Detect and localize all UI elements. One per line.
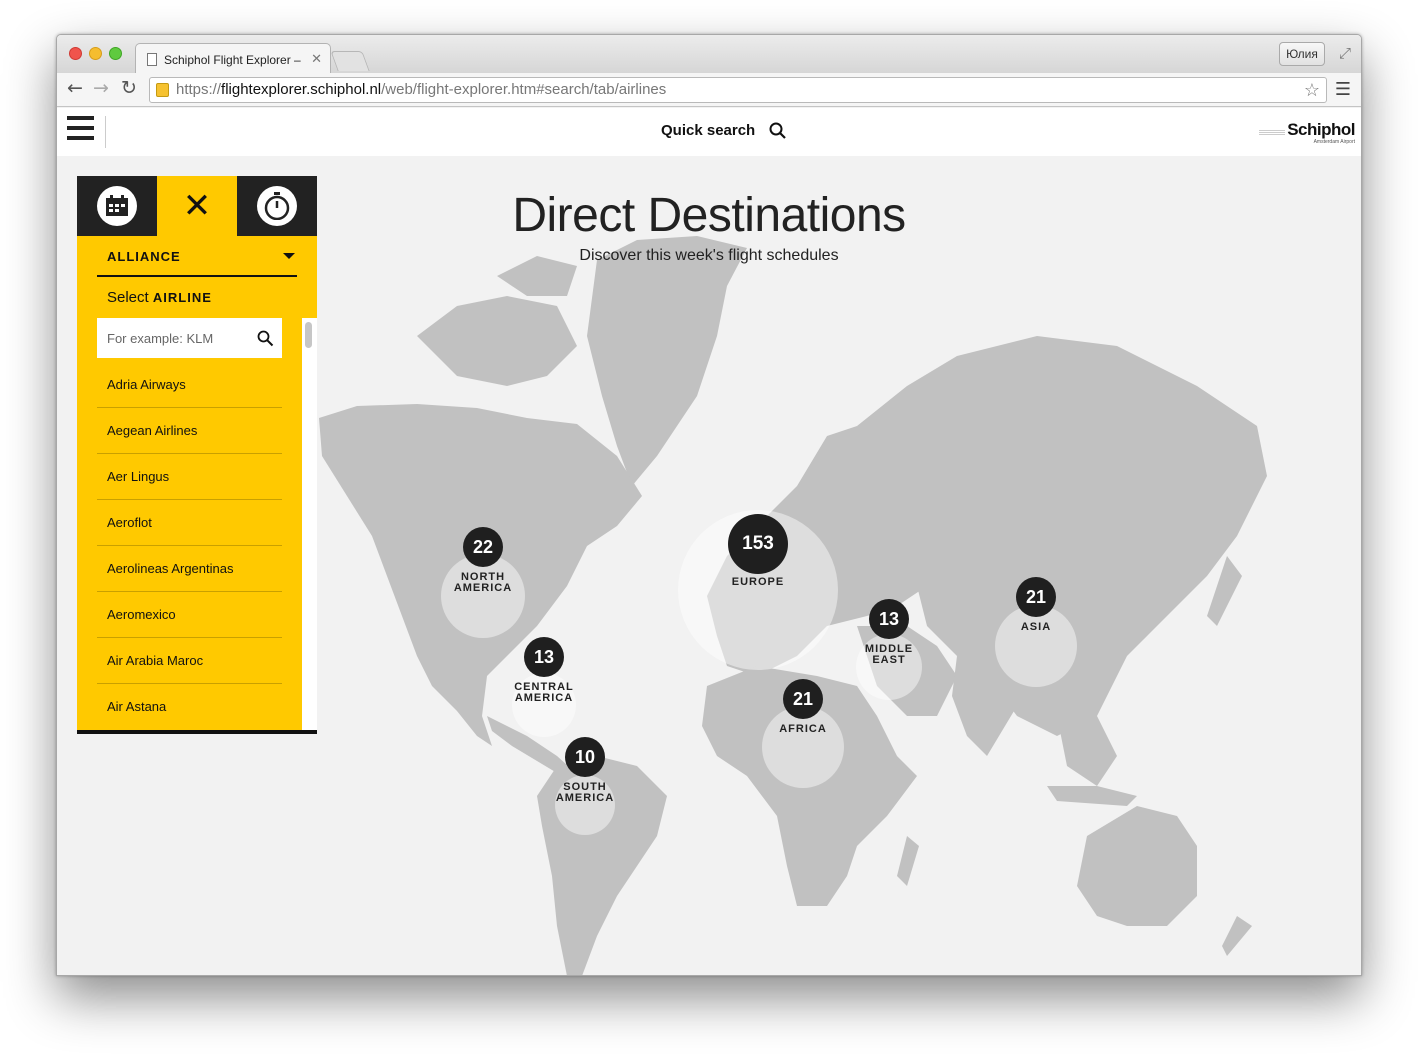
- region-count: 21: [1016, 577, 1056, 617]
- search-icon[interactable]: [257, 330, 274, 347]
- region-marker-south-america[interactable]: 10 SOUTH AMERICA: [515, 737, 655, 804]
- alliance-dropdown[interactable]: ALLIANCE: [97, 236, 297, 277]
- tab-close-filters[interactable]: ✕: [157, 176, 237, 236]
- region-marker-central-america[interactable]: 13 CENTRAL AMERICA: [474, 637, 614, 704]
- airline-search-box: [97, 318, 282, 358]
- arctic-islands-landmass: [417, 296, 577, 386]
- url-scheme: https://: [176, 81, 222, 98]
- url-path: /web/flight-explorer.htm#search/tab/airl…: [381, 81, 667, 98]
- new-tab-button[interactable]: [330, 51, 370, 71]
- airline-search-input[interactable]: [97, 318, 247, 358]
- alliance-label: ALLIANCE: [107, 249, 181, 264]
- close-window-button[interactable]: [69, 47, 82, 60]
- close-icon: ✕: [182, 186, 212, 226]
- fullscreen-icon[interactable]: ⤢: [1339, 44, 1351, 62]
- browser-tab[interactable]: Schiphol Flight Explorer – ✕: [135, 43, 331, 73]
- region-label: AFRICA: [779, 723, 827, 735]
- panel-tabs: ✕: [77, 176, 317, 236]
- tab-timer[interactable]: [237, 176, 317, 236]
- warning-lock-icon: [156, 83, 169, 97]
- browser-menu-icon[interactable]: ☰: [1335, 79, 1351, 100]
- search-icon[interactable]: [769, 122, 787, 140]
- region-marker-africa[interactable]: 21 AFRICA: [733, 679, 873, 735]
- region-count: 153: [728, 514, 788, 574]
- zoom-window-button[interactable]: [109, 47, 122, 60]
- airline-item[interactable]: Aeromexico: [97, 592, 282, 638]
- filter-panel: ✕ ALLIANCE Select AIRLINE For example: K…: [77, 176, 317, 734]
- region-count: 13: [524, 637, 564, 677]
- region-label: SOUTH AMERICA: [555, 781, 615, 804]
- schiphol-logo[interactable]: Schiphol Amsterdam Airport: [1259, 120, 1355, 145]
- minimize-window-button[interactable]: [89, 47, 102, 60]
- airline-item[interactable]: Aeroflot: [97, 500, 282, 546]
- web-page: Quick search Schiphol Amsterdam Airport: [57, 108, 1361, 975]
- greenland-landmass: [587, 236, 747, 486]
- region-marker-asia[interactable]: 21 ASIA: [966, 577, 1106, 633]
- select-bold: AIRLINE: [152, 290, 212, 305]
- southeast-asia-landmass: [1057, 716, 1117, 786]
- madagascar-landmass: [897, 836, 919, 886]
- region-label: EUROPE: [731, 576, 785, 588]
- region-label: NORTH AMERICA: [453, 571, 513, 594]
- stopwatch-icon: [257, 186, 297, 226]
- forward-arrow-icon[interactable]: →: [93, 78, 109, 98]
- region-count: 21: [783, 679, 823, 719]
- scrollbar-thumb[interactable]: [305, 322, 312, 348]
- new-zealand-landmass: [1222, 916, 1252, 956]
- tab-close-icon[interactable]: ✕: [311, 51, 322, 67]
- region-marker-middle-east[interactable]: 13 MIDDLE EAST: [819, 599, 959, 666]
- region-count: 13: [869, 599, 909, 639]
- browser-window: Schiphol Flight Explorer – ✕ Юлия ⤢ ← → …: [56, 34, 1362, 976]
- tab-title: Schiphol Flight Explorer –: [164, 53, 301, 67]
- page-icon: [147, 53, 157, 66]
- region-marker-north-america[interactable]: 22 NORTH AMERICA: [413, 527, 553, 594]
- australia-landmass: [1077, 806, 1197, 926]
- airline-item[interactable]: Aer Lingus: [97, 454, 282, 500]
- caret-down-icon: [283, 253, 295, 259]
- region-label: ASIA: [1020, 621, 1052, 633]
- reload-icon[interactable]: ↻: [121, 78, 137, 98]
- title-bar: Schiphol Flight Explorer – ✕ Юлия ⤢: [57, 35, 1361, 73]
- region-label: CENTRAL AMERICA: [514, 681, 574, 704]
- hamburger-menu-icon[interactable]: [67, 116, 95, 146]
- profile-button[interactable]: Юлия: [1279, 42, 1325, 66]
- calendar-icon: [97, 186, 137, 226]
- select-prefix: Select: [107, 289, 149, 306]
- airline-item[interactable]: Aegean Airlines: [97, 408, 282, 454]
- region-label: MIDDLE EAST: [864, 643, 914, 666]
- indonesia-landmass: [1047, 786, 1137, 806]
- airline-item[interactable]: Air Arabia Maroc: [97, 638, 282, 684]
- region-count: 22: [463, 527, 503, 567]
- url-host: flightexplorer.schiphol.nl: [221, 81, 382, 98]
- tab-calendar[interactable]: [77, 176, 157, 236]
- quick-search-link[interactable]: Quick search: [661, 122, 755, 139]
- airline-list: Adria Airways Aegean Airlines Aer Lingus…: [97, 362, 282, 730]
- header-divider: [105, 116, 106, 148]
- address-bar[interactable]: https://flightexplorer.schiphol.nl/web/f…: [149, 77, 1327, 103]
- back-arrow-icon[interactable]: ←: [67, 78, 83, 98]
- region-count: 10: [565, 737, 605, 777]
- logo-name: Schiphol: [1287, 120, 1355, 139]
- region-marker-europe[interactable]: 153 EUROPE: [688, 514, 828, 588]
- airline-list-scrollbar[interactable]: [302, 318, 317, 730]
- site-header: Quick search Schiphol Amsterdam Airport: [57, 108, 1361, 156]
- airline-item[interactable]: Adria Airways: [97, 362, 282, 408]
- airline-item[interactable]: Aerolineas Argentinas: [97, 546, 282, 592]
- airline-item[interactable]: Air Astana: [97, 684, 282, 730]
- bookmark-star-icon[interactable]: ☆: [1304, 78, 1320, 102]
- browser-toolbar: ← → ↻ https://flightexplorer.schiphol.nl…: [57, 73, 1361, 107]
- select-airline-heading: Select AIRLINE: [107, 289, 212, 306]
